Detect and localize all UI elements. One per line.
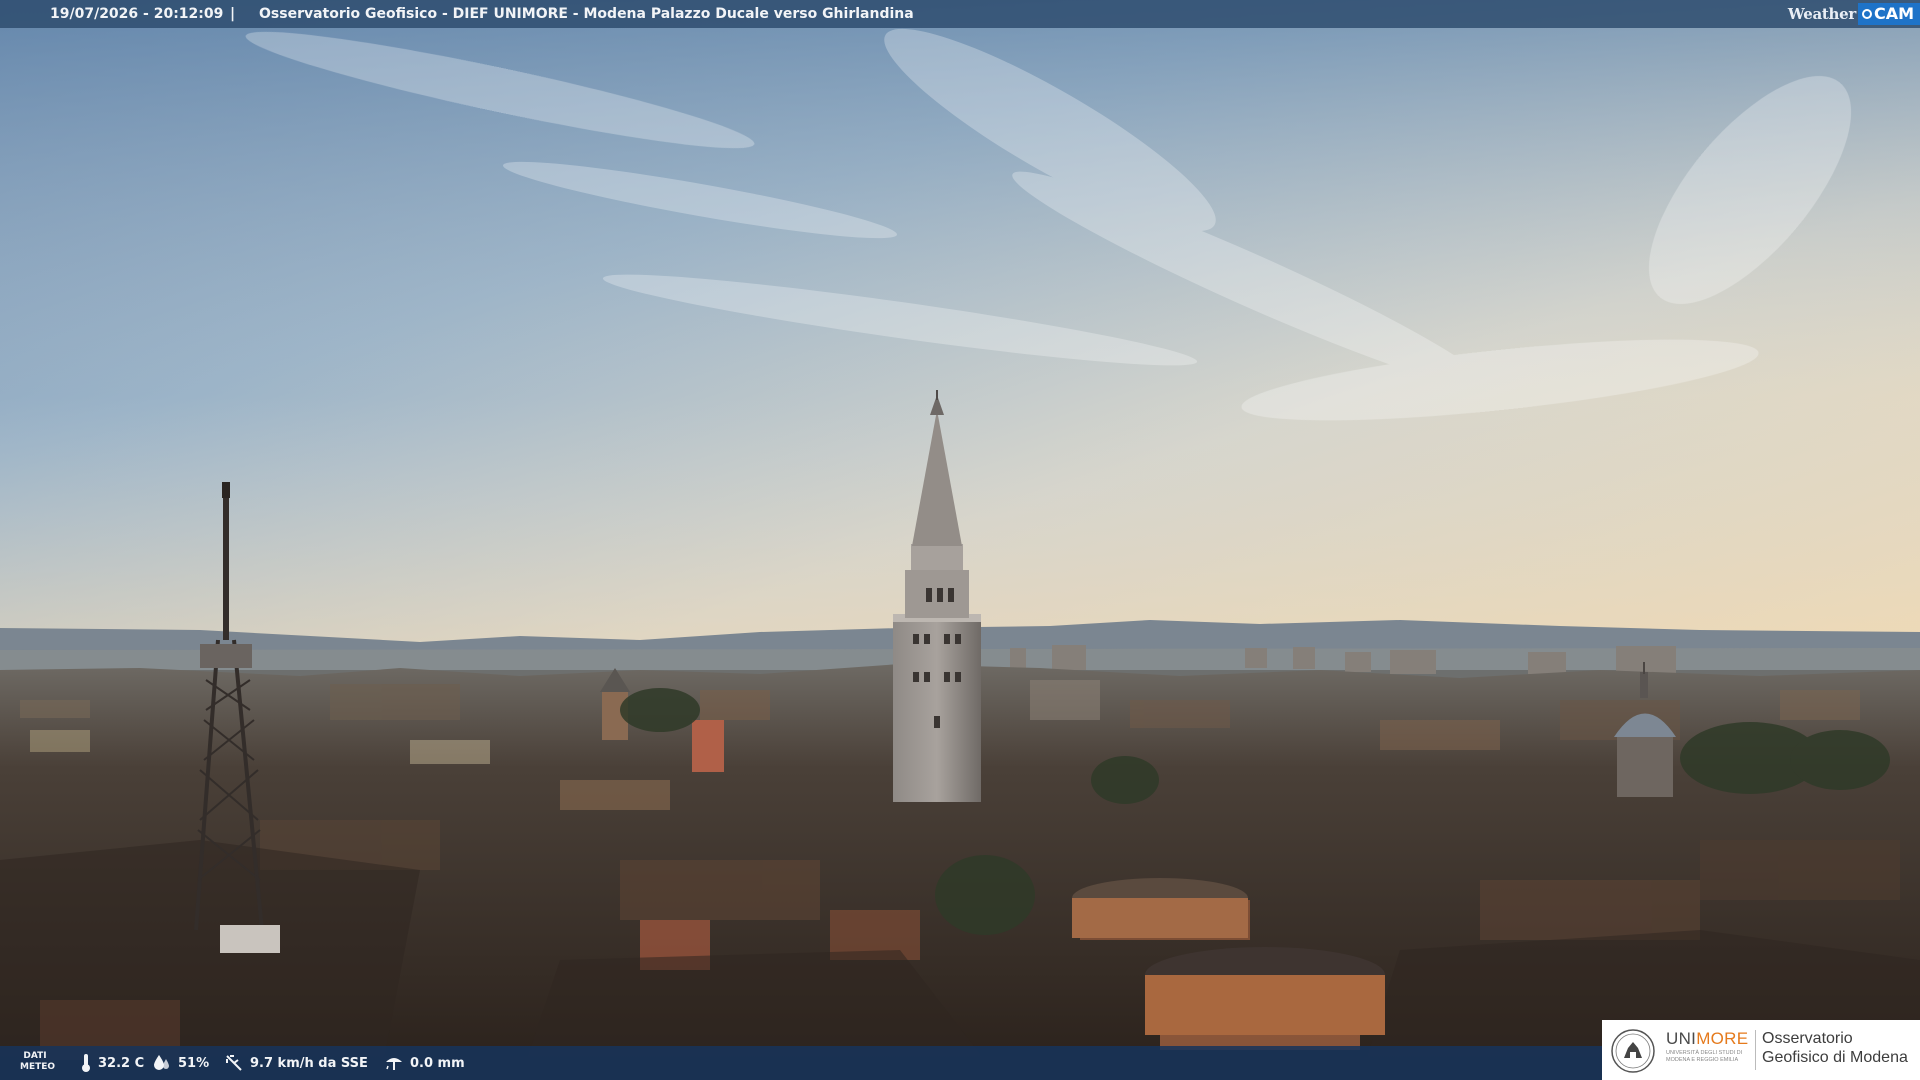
unimore-prefix: UNI bbox=[1666, 1029, 1697, 1048]
camera-title: Osservatorio Geofisico - DIEF UNIMORE - … bbox=[259, 6, 914, 22]
rain-value: 0.0 mm bbox=[410, 1055, 465, 1071]
unimore-subtitle: UNIVERSITÀ DEGLI STUDI DI MODENA E REGGI… bbox=[1666, 1050, 1743, 1063]
humidity-readout: 51% bbox=[152, 1046, 209, 1080]
university-seal-icon bbox=[1611, 1029, 1655, 1073]
header-bar: 19/07/2026 - 20:12:09 | Osservatorio Geo… bbox=[0, 0, 1920, 28]
observatory-name: Osservatorio Geofisico di Modena bbox=[1762, 1030, 1908, 1066]
humidity-value: 51% bbox=[178, 1055, 210, 1071]
webcam-scene bbox=[0, 0, 1920, 1080]
thermometer-icon bbox=[82, 1054, 90, 1072]
header-separator: | bbox=[230, 6, 236, 22]
rain-gauge-icon bbox=[386, 1058, 402, 1070]
weather-data-label: DATI METEO bbox=[20, 1051, 56, 1072]
humidity-icon bbox=[154, 1055, 169, 1070]
weathercam-logo-weather: Weather bbox=[1787, 5, 1856, 23]
temperature-readout: 32.2 C bbox=[80, 1046, 144, 1080]
logo-divider bbox=[1755, 1030, 1756, 1070]
weathercam-logo-cam: CAM bbox=[1857, 3, 1920, 25]
wind-value: 9.7 km/h da SSE bbox=[250, 1055, 368, 1071]
camera-lens-icon bbox=[1861, 9, 1872, 19]
temperature-value: 32.2 C bbox=[98, 1055, 145, 1071]
weathercam-logo-cam-text: CAM bbox=[1873, 4, 1914, 23]
weathercam-logo: Weather CAM bbox=[1788, 0, 1920, 28]
unimore-logo-box: UNIMORE UNIVERSITÀ DEGLI STUDI DI MODENA… bbox=[1602, 1020, 1920, 1080]
wind-icon bbox=[226, 1055, 242, 1071]
unimore-wordmark: UNIMORE bbox=[1666, 1029, 1748, 1049]
timestamp: 19/07/2026 - 20:12:09 bbox=[50, 6, 224, 22]
rain-readout: 0.0 mm bbox=[384, 1046, 465, 1080]
unimore-suffix: MORE bbox=[1696, 1029, 1749, 1048]
wind-readout: 9.7 km/h da SSE bbox=[224, 1046, 368, 1080]
